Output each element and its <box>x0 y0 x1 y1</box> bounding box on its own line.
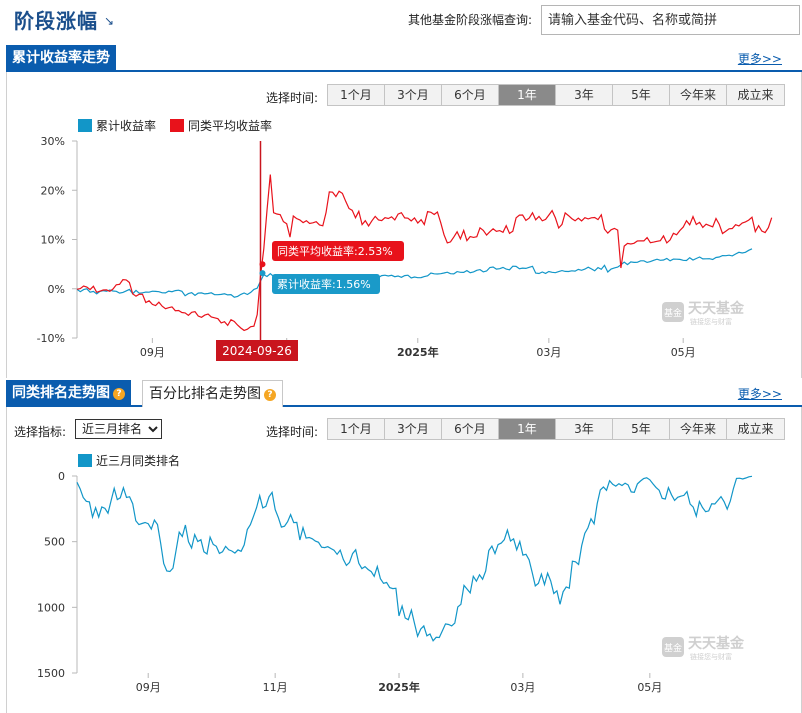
section-cumulative-header: 累计收益率走势 更多>> <box>6 45 802 72</box>
indicator-label: 选择指标: <box>14 425 67 439</box>
x-tick-label: 09月 <box>136 681 161 694</box>
y-tick-label: -10% <box>37 332 65 345</box>
range-1y-button[interactable]: 1年 <box>499 419 556 439</box>
range-1m-button[interactable]: 1个月 <box>328 85 385 105</box>
watermark-brand: 天天基金 <box>688 300 745 317</box>
range-6m-button[interactable]: 6个月 <box>442 419 499 439</box>
fund-search-input[interactable] <box>541 5 800 35</box>
tab-category-rank-label: 同类排名走势图 <box>12 385 110 401</box>
x-tick-label: 05月 <box>671 346 696 359</box>
x-tick-label: 09月 <box>140 346 165 359</box>
watermark-sub: 链接您与财富 <box>690 652 732 661</box>
watermark-sub: 链接您与财富 <box>690 317 732 326</box>
y-tick-label: 20% <box>41 184 65 197</box>
range-since-inception-button[interactable]: 成立来 <box>727 419 784 439</box>
range-5y-button[interactable]: 5年 <box>613 85 670 105</box>
series-line-rank <box>76 475 753 642</box>
y-tick-label: 0 <box>58 470 65 483</box>
range-1m-button[interactable]: 1个月 <box>328 419 385 439</box>
x-tick-label: 11月 <box>263 681 288 694</box>
x-tick-label: 2025年 <box>378 680 420 694</box>
page-title: 阶段涨幅 <box>14 9 98 33</box>
range-3y-button[interactable]: 3年 <box>556 419 613 439</box>
indicator-select[interactable]: 近三月排名 <box>75 419 162 439</box>
range-3y-button[interactable]: 3年 <box>556 85 613 105</box>
tab-percent-rank[interactable]: 百分比排名走势图? <box>142 380 283 407</box>
range-label-2: 选择时间: <box>266 425 319 439</box>
tooltip-text-cumulative: 累计收益率:1.56% <box>277 277 371 291</box>
tab-percent-rank-label: 百分比排名走势图 <box>149 386 261 402</box>
watermark-badge-text: 基金 <box>664 307 682 319</box>
tooltip-point-cumulative <box>259 270 266 277</box>
tooltip-text-average: 同类平均收益率:2.53% <box>277 244 393 258</box>
category-rank-chart[interactable]: 0 500 1000 1500 09月 11月 2025年 03月 05月 基金 天天基金链接您与财… <box>0 465 802 705</box>
x-tick-label: 03月 <box>536 346 561 359</box>
x-tick-label: 03月 <box>510 681 535 694</box>
watermark-brand: 天天基金 <box>688 635 745 652</box>
range-selector-1: 1个月 3个月 6个月 1年 3年 5年 今年来 成立来 <box>327 84 785 106</box>
help-icon[interactable]: ? <box>264 389 276 401</box>
tab-cumulative-return[interactable]: 累计收益率走势 <box>6 45 116 72</box>
fund-query-label: 其他基金阶段涨幅查询: <box>408 13 533 27</box>
range-6m-button[interactable]: 6个月 <box>442 85 499 105</box>
series-line-cumulative <box>76 248 753 298</box>
y-tick-label: 1000 <box>37 601 65 614</box>
y-tick-label: 10% <box>41 234 65 247</box>
section-rank-header: 同类排名走势图? 百分比排名走势图? 更多>> <box>6 380 802 407</box>
range-label-1: 选择时间: <box>266 91 319 105</box>
tooltip-point-average <box>259 261 266 268</box>
x-tick-label: 2025年 <box>397 345 439 359</box>
cumulative-return-chart[interactable]: 30%20%10%0%-10%09月11月2025年03月05月基金天天基金链接… <box>0 130 802 370</box>
range-1y-button[interactable]: 1年 <box>499 85 556 105</box>
more-link-cumulative[interactable]: 更多>> <box>738 50 782 67</box>
range-3m-button[interactable]: 3个月 <box>385 85 442 105</box>
y-tick-label: 1500 <box>37 667 65 680</box>
y-tick-label: 30% <box>41 135 65 148</box>
more-link-rank[interactable]: 更多>> <box>738 385 782 402</box>
tooltip-date-text: 2024-09-26 <box>222 344 292 358</box>
tab-category-rank[interactable]: 同类排名走势图? <box>6 380 131 407</box>
range-5y-button[interactable]: 5年 <box>613 419 670 439</box>
range-ytd-button[interactable]: 今年来 <box>670 419 727 439</box>
range-3m-button[interactable]: 3个月 <box>385 419 442 439</box>
y-tick-label: 0% <box>48 283 65 296</box>
range-ytd-button[interactable]: 今年来 <box>670 85 727 105</box>
range-selector-2: 1个月 3个月 6个月 1年 3年 5年 今年来 成立来 <box>327 418 785 440</box>
title-arrow-icon: ↘ <box>104 14 115 28</box>
range-since-inception-button[interactable]: 成立来 <box>727 85 784 105</box>
y-tick-label: 500 <box>44 536 65 549</box>
watermark-badge-text: 基金 <box>664 642 682 654</box>
help-icon[interactable]: ? <box>113 388 125 400</box>
x-tick-label: 05月 <box>637 681 662 694</box>
